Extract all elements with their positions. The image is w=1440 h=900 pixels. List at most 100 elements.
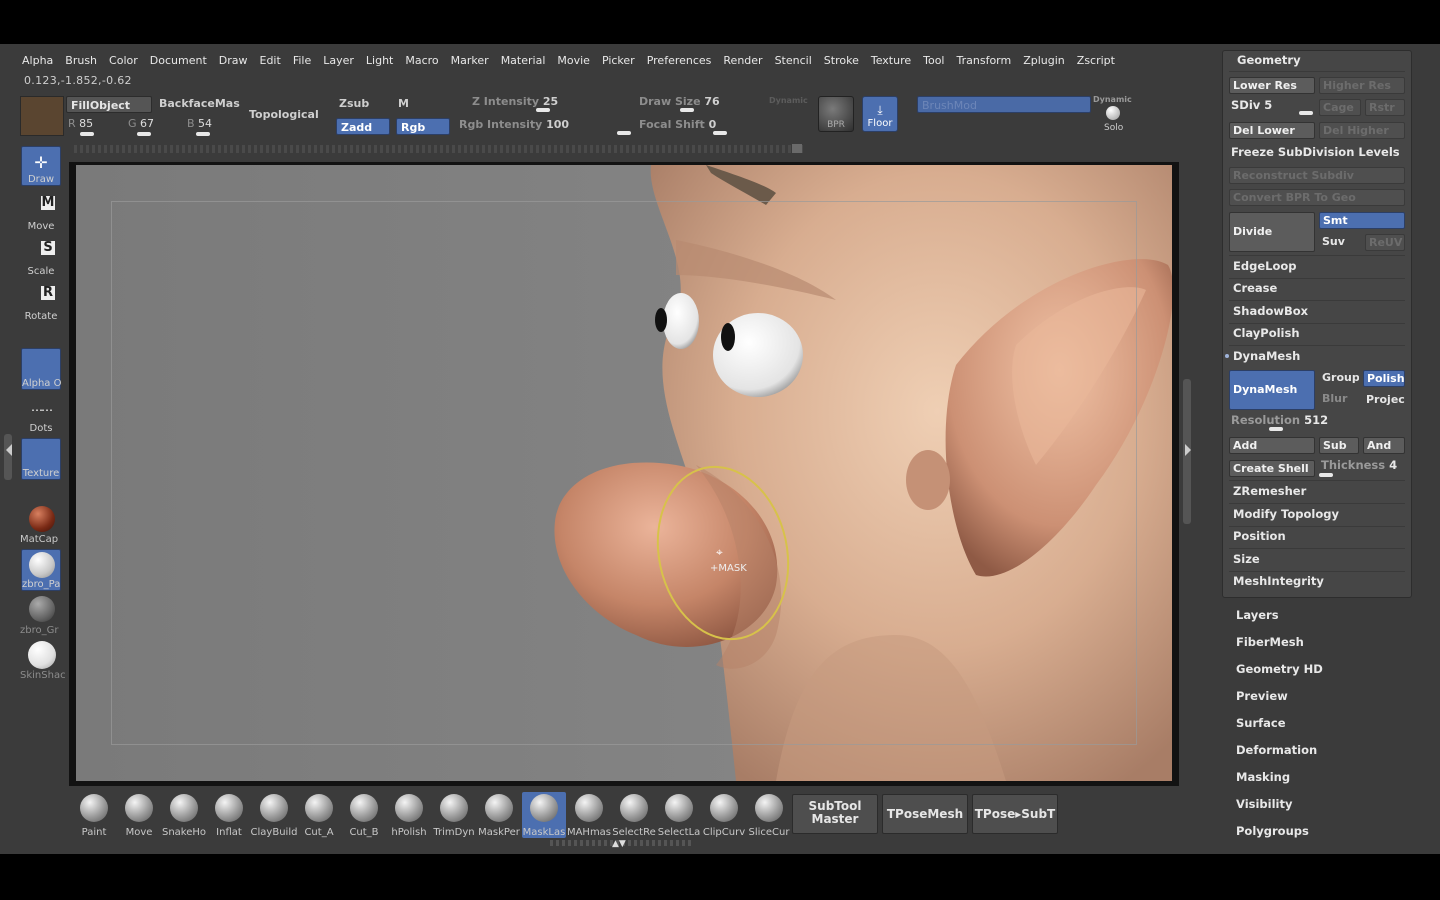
brush-mahmas[interactable]: MAHmas (567, 792, 611, 838)
brush-trimdyn[interactable]: TrimDyn (432, 792, 476, 838)
skinshade-icon[interactable] (28, 641, 56, 669)
menu-file[interactable]: File (289, 52, 319, 70)
r-value[interactable]: 85 (79, 117, 93, 130)
menu-color[interactable]: Color (105, 52, 146, 70)
menu-stencil[interactable]: Stencil (771, 52, 820, 70)
higher-res-button[interactable]: Higher Res (1319, 77, 1405, 94)
menu-alpha[interactable]: Alpha (18, 52, 61, 70)
del-higher-button[interactable]: Del Higher (1319, 122, 1405, 139)
menu-picker[interactable]: Picker (598, 52, 643, 70)
subpalette-deformation[interactable]: Deformation (1236, 743, 1317, 757)
zbro-pa-button[interactable]: zbro_Pa (21, 549, 61, 591)
brush-snakeho[interactable]: SnakeHo (162, 792, 206, 838)
brush-maskper[interactable]: MaskPer (477, 792, 521, 838)
brush-move[interactable]: Move (117, 792, 161, 838)
scale-button[interactable]: S Scale (21, 237, 61, 277)
draw-button[interactable]: ✛ Draw (21, 146, 61, 186)
del-lower-button[interactable]: Del Lower (1229, 122, 1315, 139)
shadowbox-item[interactable]: ShadowBox (1233, 304, 1308, 318)
brush-selectre[interactable]: SelectRe (612, 792, 656, 838)
menu-material[interactable]: Material (497, 52, 554, 70)
crease-item[interactable]: Crease (1233, 281, 1277, 295)
subpalette-visibility[interactable]: Visibility (1236, 797, 1292, 811)
menu-transform[interactable]: Transform (953, 52, 1020, 70)
alpha-button[interactable]: Alpha O (21, 348, 61, 390)
color-swatch[interactable] (20, 96, 64, 136)
brush-slicecur[interactable]: SliceCur (747, 792, 791, 838)
modify-topology-item[interactable]: Modify Topology (1233, 507, 1339, 521)
menu-preferences[interactable]: Preferences (643, 52, 720, 70)
g-slider[interactable] (137, 132, 151, 136)
bpr-button[interactable]: BPR (818, 96, 854, 132)
resolution-value[interactable]: 512 (1304, 413, 1328, 427)
resolution-slider[interactable] (1269, 427, 1283, 431)
brush-paint[interactable]: Paint (72, 792, 116, 838)
b-slider[interactable] (196, 132, 210, 136)
and-button[interactable]: And (1363, 437, 1405, 454)
solo-icon[interactable] (1106, 106, 1120, 120)
brushmod-slider[interactable]: BrushMod (917, 96, 1091, 113)
brush-hpolish[interactable]: hPolish (387, 792, 431, 838)
dots-stroke-button[interactable]: …… Dots (21, 394, 61, 434)
sdiv-value[interactable]: 5 (1264, 98, 1272, 112)
draw-size-value[interactable]: 76 (704, 95, 719, 108)
zremesher-item[interactable]: ZRemesher (1233, 484, 1306, 498)
reuv-button[interactable]: ReUV (1365, 234, 1405, 251)
subtool-master-button[interactable]: SubTool Master (792, 794, 878, 834)
subpalette-surface[interactable]: Surface (1236, 716, 1286, 730)
convert-bpr-button[interactable]: Convert BPR To Geo (1229, 189, 1405, 206)
tposemesh-button[interactable]: TPoseMesh (882, 794, 968, 834)
fill-object-button[interactable]: FillObject (66, 96, 152, 113)
z-intensity-slider[interactable] (536, 108, 550, 112)
menu-zscript[interactable]: Zscript (1073, 52, 1123, 70)
brush-selectla[interactable]: SelectLa (657, 792, 701, 838)
brush-inflat[interactable]: Inflat (207, 792, 251, 838)
subpalette-layers[interactable]: Layers (1236, 608, 1279, 622)
menu-light[interactable]: Light (362, 52, 401, 70)
brush-cut-b[interactable]: Cut_B (342, 792, 386, 838)
subpalette-fibermesh[interactable]: FiberMesh (1236, 635, 1304, 649)
sdiv-slider[interactable] (1299, 111, 1313, 115)
sub-button[interactable]: Sub (1319, 437, 1359, 454)
left-tray-handle[interactable] (4, 434, 12, 480)
geometry-title[interactable]: Geometry (1237, 53, 1301, 67)
brush-clipcurv[interactable]: ClipCurv (702, 792, 746, 838)
tpose-subt-button[interactable]: TPose▸SubT (972, 794, 1058, 834)
position-item[interactable]: Position (1233, 529, 1286, 543)
brush-claybuild[interactable]: ClayBuild (251, 792, 297, 838)
menu-layer[interactable]: Layer (319, 52, 362, 70)
subpalette-polygroups[interactable]: Polygroups (1236, 824, 1309, 838)
backface-mask-button[interactable]: BackfaceMas (159, 97, 240, 110)
b-value[interactable]: 54 (198, 117, 212, 130)
rgb-intensity-slider[interactable] (617, 131, 631, 135)
menu-tool[interactable]: Tool (919, 52, 952, 70)
subpalette-geometry-hd[interactable]: Geometry HD (1236, 662, 1323, 676)
menu-movie[interactable]: Movie (553, 52, 598, 70)
zsub-button[interactable]: Zsub (339, 97, 369, 110)
z-intensity-value[interactable]: 25 (543, 95, 558, 108)
move-button[interactable]: M Move (21, 192, 61, 232)
suv-toggle[interactable]: Suv (1319, 234, 1361, 251)
dynamesh-button[interactable]: DynaMesh (1229, 370, 1315, 410)
menu-texture[interactable]: Texture (867, 52, 919, 70)
subpalette-masking[interactable]: Masking (1236, 770, 1290, 784)
bottom-tray-arrows-icon[interactable]: ▲▼ (612, 839, 626, 849)
menu-draw[interactable]: Draw (215, 52, 256, 70)
menu-render[interactable]: Render (719, 52, 770, 70)
group-toggle[interactable]: Group (1319, 370, 1359, 387)
menu-marker[interactable]: Marker (447, 52, 497, 70)
menu-brush[interactable]: Brush (61, 52, 105, 70)
rotate-button[interactable]: R Rotate (21, 282, 61, 323)
thickness-slider[interactable] (1319, 473, 1333, 477)
reconstruct-subdiv-button[interactable]: Reconstruct Subdiv (1229, 167, 1405, 184)
rgb-button[interactable]: Rgb (396, 118, 450, 135)
menu-edit[interactable]: Edit (256, 52, 289, 70)
focal-shift-value[interactable]: 0 (709, 118, 717, 131)
size-item[interactable]: Size (1233, 552, 1260, 566)
left-tray-arrow-icon[interactable] (6, 444, 12, 456)
r-slider[interactable] (80, 132, 94, 136)
project-toggle[interactable]: Projec (1363, 392, 1409, 409)
edgeloop-item[interactable]: EdgeLoop (1233, 259, 1296, 273)
dynamic-label[interactable]: Dynamic (769, 96, 808, 105)
right-tray-arrow-icon[interactable] (1185, 444, 1191, 456)
